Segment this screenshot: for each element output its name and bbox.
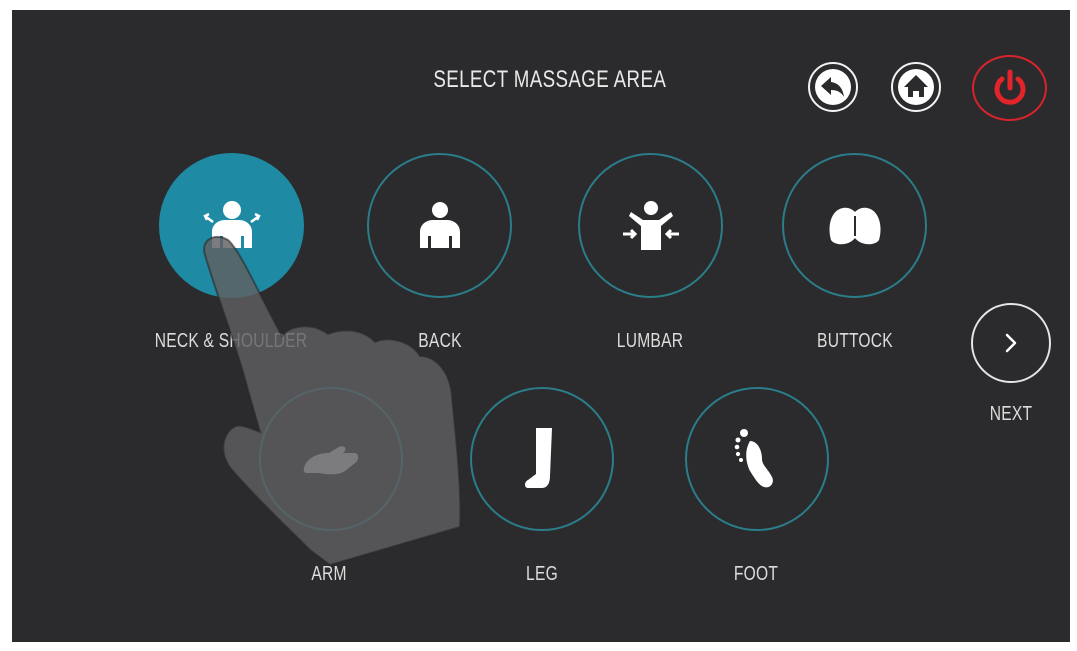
next-label: NEXT (989, 403, 1033, 425)
leg-icon (525, 428, 552, 488)
back-body-icon (419, 201, 460, 248)
foot-icon (734, 429, 773, 488)
label-arm: ARM (311, 563, 347, 585)
next-button[interactable] (971, 303, 1051, 383)
power-button[interactable] (972, 55, 1047, 121)
area-buttock[interactable] (782, 153, 927, 298)
label-lumbar: LUMBAR (616, 330, 684, 352)
home-icon (898, 69, 934, 105)
power-icon (994, 69, 1025, 105)
lumbar-icon (622, 200, 679, 250)
buttock-icon (829, 207, 880, 244)
area-neck-shoulder[interactable] (159, 153, 304, 298)
chevron-right-icon (1005, 333, 1017, 353)
label-neck-shoulder: NECK & SHOULDER (154, 330, 308, 352)
label-leg: LEG (526, 563, 558, 585)
area-arm[interactable] (259, 387, 403, 531)
back-arrow-icon (815, 69, 851, 105)
home-button[interactable] (891, 62, 941, 112)
back-button[interactable] (808, 62, 858, 112)
neck-shoulder-icon (202, 200, 261, 248)
arm-icon (303, 446, 358, 475)
area-foot[interactable] (685, 387, 829, 531)
area-lumbar[interactable] (578, 153, 723, 298)
label-buttock: BUTTOCK (817, 330, 893, 352)
label-foot: FOOT (733, 563, 779, 585)
area-leg[interactable] (470, 387, 614, 531)
label-back: BACK (418, 330, 462, 352)
area-back[interactable] (367, 153, 512, 298)
